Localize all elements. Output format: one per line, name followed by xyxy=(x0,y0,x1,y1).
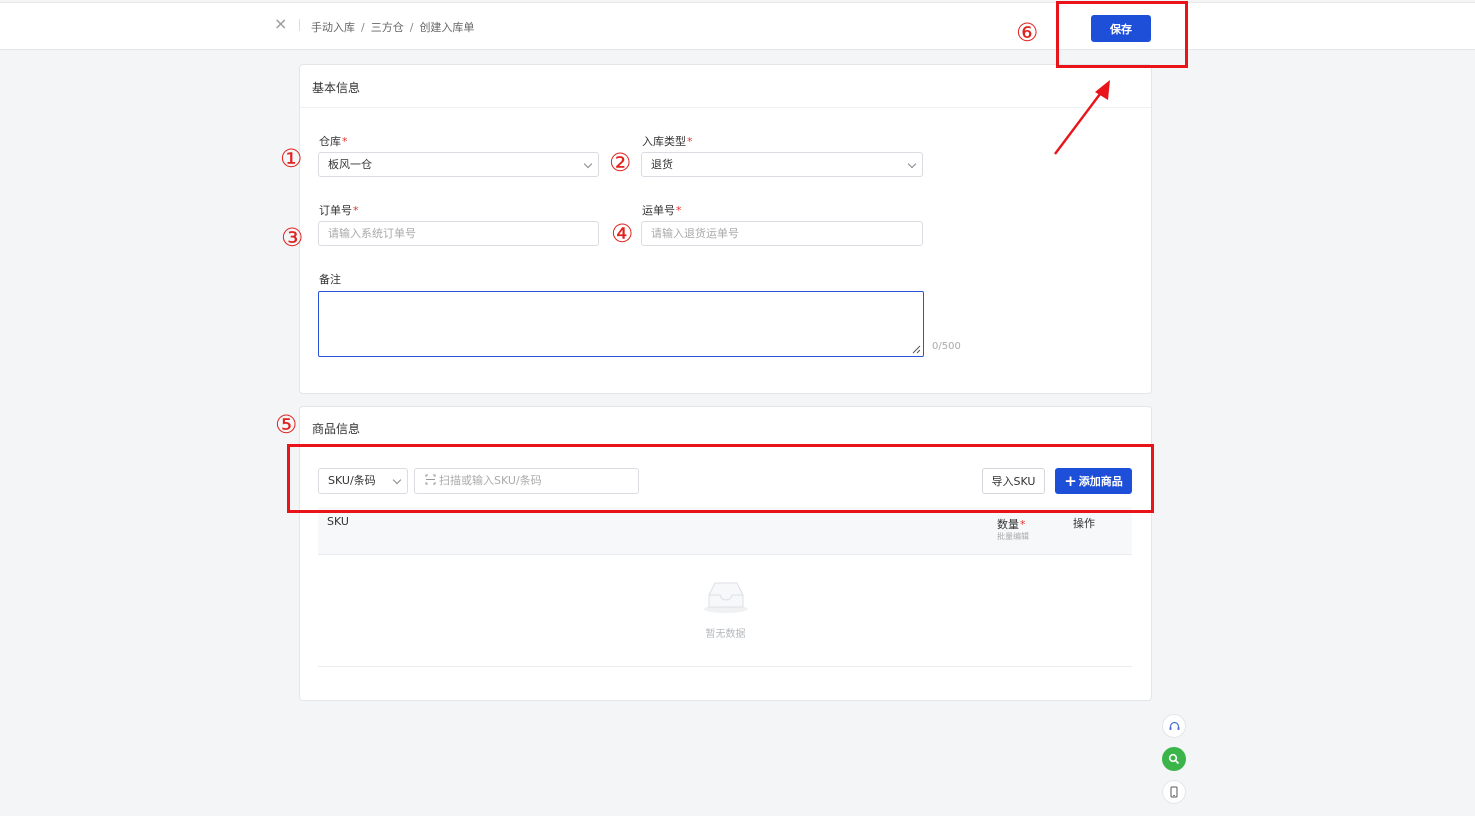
column-header-quantity: 数量* xyxy=(997,516,1026,532)
divider xyxy=(318,666,1132,667)
annotation-number-6: ⑥ xyxy=(1016,18,1039,47)
warehouse-select[interactable]: 板风一仓 xyxy=(318,152,599,177)
breadcrumb-item-create-inbound-order: 创建入库单 xyxy=(419,21,475,34)
bulk-edit-link[interactable]: 批量编辑 xyxy=(997,531,1029,542)
inbox-icon xyxy=(704,582,748,613)
search-icon xyxy=(1168,753,1180,765)
remark-textarea[interactable] xyxy=(318,291,924,357)
search-float-button[interactable] xyxy=(1162,747,1186,771)
required-mark: * xyxy=(353,204,359,217)
inbound-type-label: 入库类型* xyxy=(642,133,693,149)
required-mark: * xyxy=(342,135,348,148)
column-header-sku: SKU xyxy=(327,515,349,528)
mobile-icon xyxy=(1170,786,1178,798)
breadcrumb: 手动入库 / 三方仓 / 创建入库单 xyxy=(311,19,474,35)
chevron-down-icon xyxy=(907,159,917,169)
inbound-type-select[interactable]: 退货 xyxy=(641,152,923,177)
divider xyxy=(300,107,1151,108)
product-info-title: 商品信息 xyxy=(312,422,361,436)
basic-info-title: 基本信息 xyxy=(312,81,361,95)
warehouse-value: 板风一仓 xyxy=(328,158,372,171)
annotation-number-2: ② xyxy=(609,148,632,177)
required-mark: * xyxy=(676,204,682,217)
basic-info-card: 基本信息 仓库* 板风一仓 入库类型* 退货 订单号* 请输入系统订单号 运单号… xyxy=(299,64,1152,394)
remark-counter: 0/500 xyxy=(932,341,961,352)
order-no-label: 订单号* xyxy=(319,202,359,218)
annotation-highlight-product-toolbar xyxy=(287,444,1154,513)
annotation-arrow xyxy=(1054,80,1110,155)
mobile-float-button[interactable] xyxy=(1162,780,1186,804)
column-header-action: 操作 xyxy=(1073,517,1095,530)
annotation-number-4: ④ xyxy=(611,219,634,248)
annotation-number-1: ① xyxy=(280,144,303,173)
waybill-no-label-text: 运单号 xyxy=(642,204,675,217)
breadcrumb-separator: / xyxy=(361,21,365,34)
resize-handle-icon[interactable] xyxy=(911,344,921,354)
headset-icon xyxy=(1169,721,1179,730)
annotation-number-5: ⑤ xyxy=(275,410,298,439)
annotation-number-3: ③ xyxy=(281,223,304,252)
warehouse-label-text: 仓库 xyxy=(319,135,341,148)
breadcrumb-separator: / xyxy=(409,21,414,34)
waybill-no-placeholder: 请输入退货运单号 xyxy=(651,227,739,240)
required-mark: * xyxy=(1020,518,1026,531)
annotation-highlight-save xyxy=(1056,1,1188,68)
breadcrumb-item-manual-inbound[interactable]: 手动入库 xyxy=(311,21,355,34)
warehouse-label: 仓库* xyxy=(319,133,348,149)
order-no-placeholder: 请输入系统订单号 xyxy=(328,227,416,240)
divider xyxy=(299,19,300,31)
close-icon[interactable]: × xyxy=(274,16,288,32)
top-bar: × 手动入库 / 三方仓 / 创建入库单 保存 xyxy=(0,2,1475,50)
waybill-no-label: 运单号* xyxy=(642,202,682,218)
breadcrumb-item-third-party-warehouse[interactable]: 三方仓 xyxy=(371,21,404,34)
order-no-input[interactable]: 请输入系统订单号 xyxy=(318,221,599,246)
waybill-no-input[interactable]: 请输入退货运单号 xyxy=(641,221,923,246)
column-header-quantity-text: 数量 xyxy=(997,518,1019,531)
customer-service-button[interactable] xyxy=(1162,714,1186,738)
empty-state-text: 暂无数据 xyxy=(705,629,746,640)
inbound-type-value: 退货 xyxy=(651,158,673,171)
remark-label: 备注 xyxy=(319,273,341,286)
required-mark: * xyxy=(687,135,693,148)
product-table-header: SKU 数量* 批量编辑 操作 xyxy=(318,507,1132,555)
order-no-label-text: 订单号 xyxy=(319,204,352,217)
chevron-down-icon xyxy=(583,159,593,169)
inbound-type-label-text: 入库类型 xyxy=(642,135,686,148)
